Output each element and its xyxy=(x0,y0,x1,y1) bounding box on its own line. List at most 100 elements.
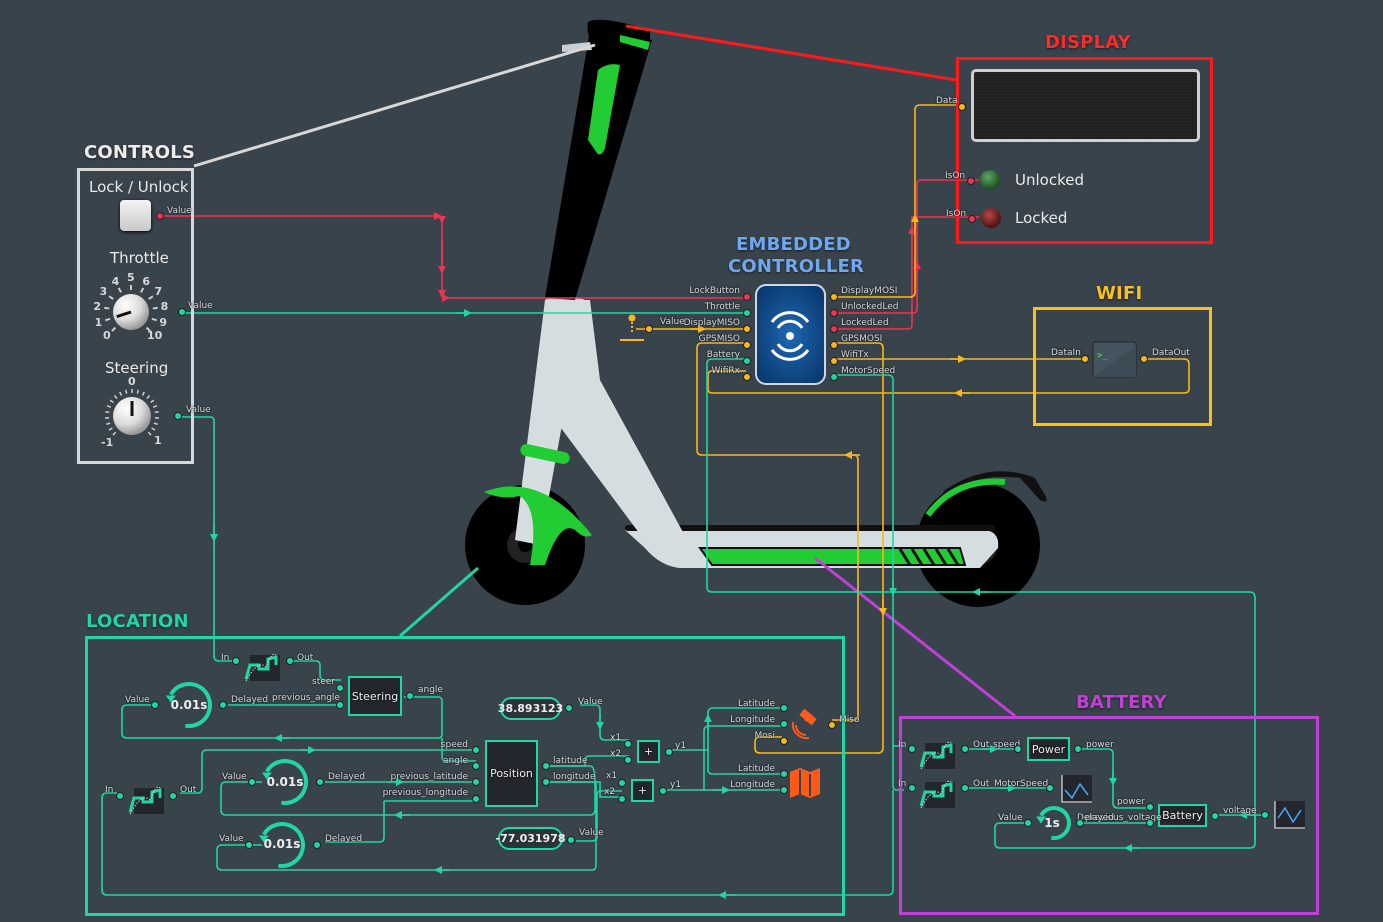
delay-lat-in-port[interactable] xyxy=(248,778,256,786)
gps-latitude-port[interactable] xyxy=(780,704,788,712)
const-lon-port[interactable] xyxy=(567,836,575,844)
ground-output-port[interactable] xyxy=(645,325,653,333)
unlocked-led-port-label: IsOn xyxy=(945,171,966,181)
lock-output-port[interactable] xyxy=(156,212,164,220)
controller-output-port-lockedled[interactable] xyxy=(830,325,838,333)
add1-x1-port[interactable] xyxy=(624,740,632,748)
position-block[interactable]: Position xyxy=(485,740,538,807)
gps-miso-port[interactable] xyxy=(828,721,836,729)
throttle-port-label: Value xyxy=(188,301,213,311)
throttle-tick-label: 1 xyxy=(94,315,103,329)
speed-in-port[interactable] xyxy=(472,746,480,754)
steering-block[interactable]: Steering xyxy=(348,676,402,716)
throttle-tick-label: 0 xyxy=(102,329,111,343)
delay-angle-in-port[interactable] xyxy=(151,701,159,709)
controller-output-port-displaymosi[interactable] xyxy=(830,293,838,301)
previous-longitude-port[interactable] xyxy=(472,795,480,803)
locked-led-port-label: IsOn xyxy=(946,209,967,219)
angle-in-port[interactable] xyxy=(472,762,480,770)
voltage-chart-port[interactable] xyxy=(1261,811,1269,819)
battery-previous-voltage-port[interactable] xyxy=(1146,819,1154,827)
delay-lon-in-port[interactable] xyxy=(245,841,253,849)
controller-input-port-gpsmiso[interactable] xyxy=(743,341,751,349)
controller-output-label: MotorSpeed xyxy=(841,366,896,376)
add-latitude-block[interactable]: + xyxy=(637,740,660,763)
longitude-out-port[interactable] xyxy=(542,778,550,786)
previous-latitude-port[interactable] xyxy=(472,778,480,786)
throttle-output-port[interactable] xyxy=(178,308,186,316)
speed-filter-out-port[interactable] xyxy=(169,792,177,800)
latitude-constant[interactable]: 38.893123 xyxy=(498,697,563,720)
delay-angle-out-port[interactable] xyxy=(219,701,227,709)
delay-lon-out-port[interactable] xyxy=(313,841,321,849)
ground-port-label: Value xyxy=(660,317,685,327)
steer-in-port[interactable] xyxy=(336,684,344,692)
latitude-out-port[interactable] xyxy=(542,762,550,770)
controller-input-port-lockbutton[interactable] xyxy=(743,293,751,301)
gps-miso-label: Miso xyxy=(839,715,860,725)
delay-lon-value-label: Value xyxy=(219,834,244,844)
add1-y1-port[interactable] xyxy=(665,748,673,756)
battery-power-in-port[interactable] xyxy=(1146,803,1154,811)
add2-x1-port[interactable] xyxy=(618,779,626,787)
map-longitude-label: Longitude xyxy=(730,780,775,790)
delay-lat-value-label: Value xyxy=(222,772,247,782)
controller-input-port-wifirx[interactable] xyxy=(743,373,751,381)
locked-led-port[interactable] xyxy=(968,215,976,223)
lock-unlock-button[interactable] xyxy=(120,200,151,231)
wifi-datain-port[interactable] xyxy=(1081,355,1089,363)
const-lat-port[interactable] xyxy=(565,704,573,712)
embedded-controller-chip[interactable] xyxy=(755,284,826,385)
delay-lon-block[interactable]: 0.01s xyxy=(259,821,305,867)
delay-lat-block[interactable]: 0.01s xyxy=(262,759,308,805)
steering-tick: 0 xyxy=(128,375,136,388)
controller-output-port-wifitx[interactable] xyxy=(830,357,838,365)
controller-output-port-motorspeed[interactable] xyxy=(830,373,838,381)
battery-filter1-out-port[interactable] xyxy=(961,745,969,753)
gps-mosi-label: Mosi xyxy=(754,731,775,741)
power-block[interactable]: Power xyxy=(1027,737,1070,761)
battery-title: BATTERY xyxy=(1076,692,1167,713)
steer-filter-out-port[interactable] xyxy=(286,657,294,665)
battery-filter2-out-port[interactable] xyxy=(961,784,969,792)
unlocked-led-port[interactable] xyxy=(967,177,975,185)
throttle-tick-label: 3 xyxy=(99,285,108,298)
battery-block[interactable]: Battery xyxy=(1158,804,1207,827)
battery-filter2-in-port[interactable] xyxy=(908,784,916,792)
power-speed-port[interactable] xyxy=(1014,745,1022,753)
map-latitude-port[interactable] xyxy=(780,770,788,778)
angle-out-port[interactable] xyxy=(406,692,414,700)
delay-lat-out-port[interactable] xyxy=(316,778,324,786)
motor-speed-chart-port[interactable] xyxy=(1046,784,1054,792)
battery-delay-block[interactable]: 1s xyxy=(1032,805,1072,841)
gps-mosi-port[interactable] xyxy=(780,737,788,745)
controller-input-port-battery[interactable] xyxy=(743,357,751,365)
add2-y1-port[interactable] xyxy=(659,787,667,795)
controller-output-port-gpsmosi[interactable] xyxy=(830,341,838,349)
longitude-constant[interactable]: -77.031978 xyxy=(496,827,566,850)
controller-output-port-unlockedled[interactable] xyxy=(830,309,838,317)
steer-filter-in-port[interactable] xyxy=(232,657,240,665)
battery-filter1-in-port[interactable] xyxy=(908,745,916,753)
add1-x2-port[interactable] xyxy=(624,756,632,764)
add2-x2-label: x2 xyxy=(604,787,616,797)
steering-output-port[interactable] xyxy=(174,412,182,420)
add-longitude-block[interactable]: + xyxy=(631,779,654,802)
previous-longitude-label: previous_longitude xyxy=(382,788,468,798)
wifi-frame xyxy=(1033,307,1212,426)
gps-longitude-port[interactable] xyxy=(780,720,788,728)
map-longitude-port[interactable] xyxy=(780,786,788,794)
controller-input-port-displaymiso[interactable] xyxy=(743,325,751,333)
display-data-port[interactable] xyxy=(958,103,966,111)
speed-filter-in-port[interactable] xyxy=(116,792,124,800)
battery-voltage-out-port[interactable] xyxy=(1211,812,1219,820)
delay-angle-time: 0.01s xyxy=(170,698,208,712)
previous-angle-in-port[interactable] xyxy=(336,701,344,709)
power-out-port[interactable] xyxy=(1074,745,1082,753)
battery-delay-in-port[interactable] xyxy=(1024,819,1032,827)
controller-input-port-throttle[interactable] xyxy=(743,309,751,317)
battery-delay-out-port[interactable] xyxy=(1076,819,1084,827)
add2-x2-port[interactable] xyxy=(618,795,626,803)
delay-angle-block[interactable]: 0.01s xyxy=(166,682,212,728)
wifi-dataout-port[interactable] xyxy=(1140,355,1148,363)
